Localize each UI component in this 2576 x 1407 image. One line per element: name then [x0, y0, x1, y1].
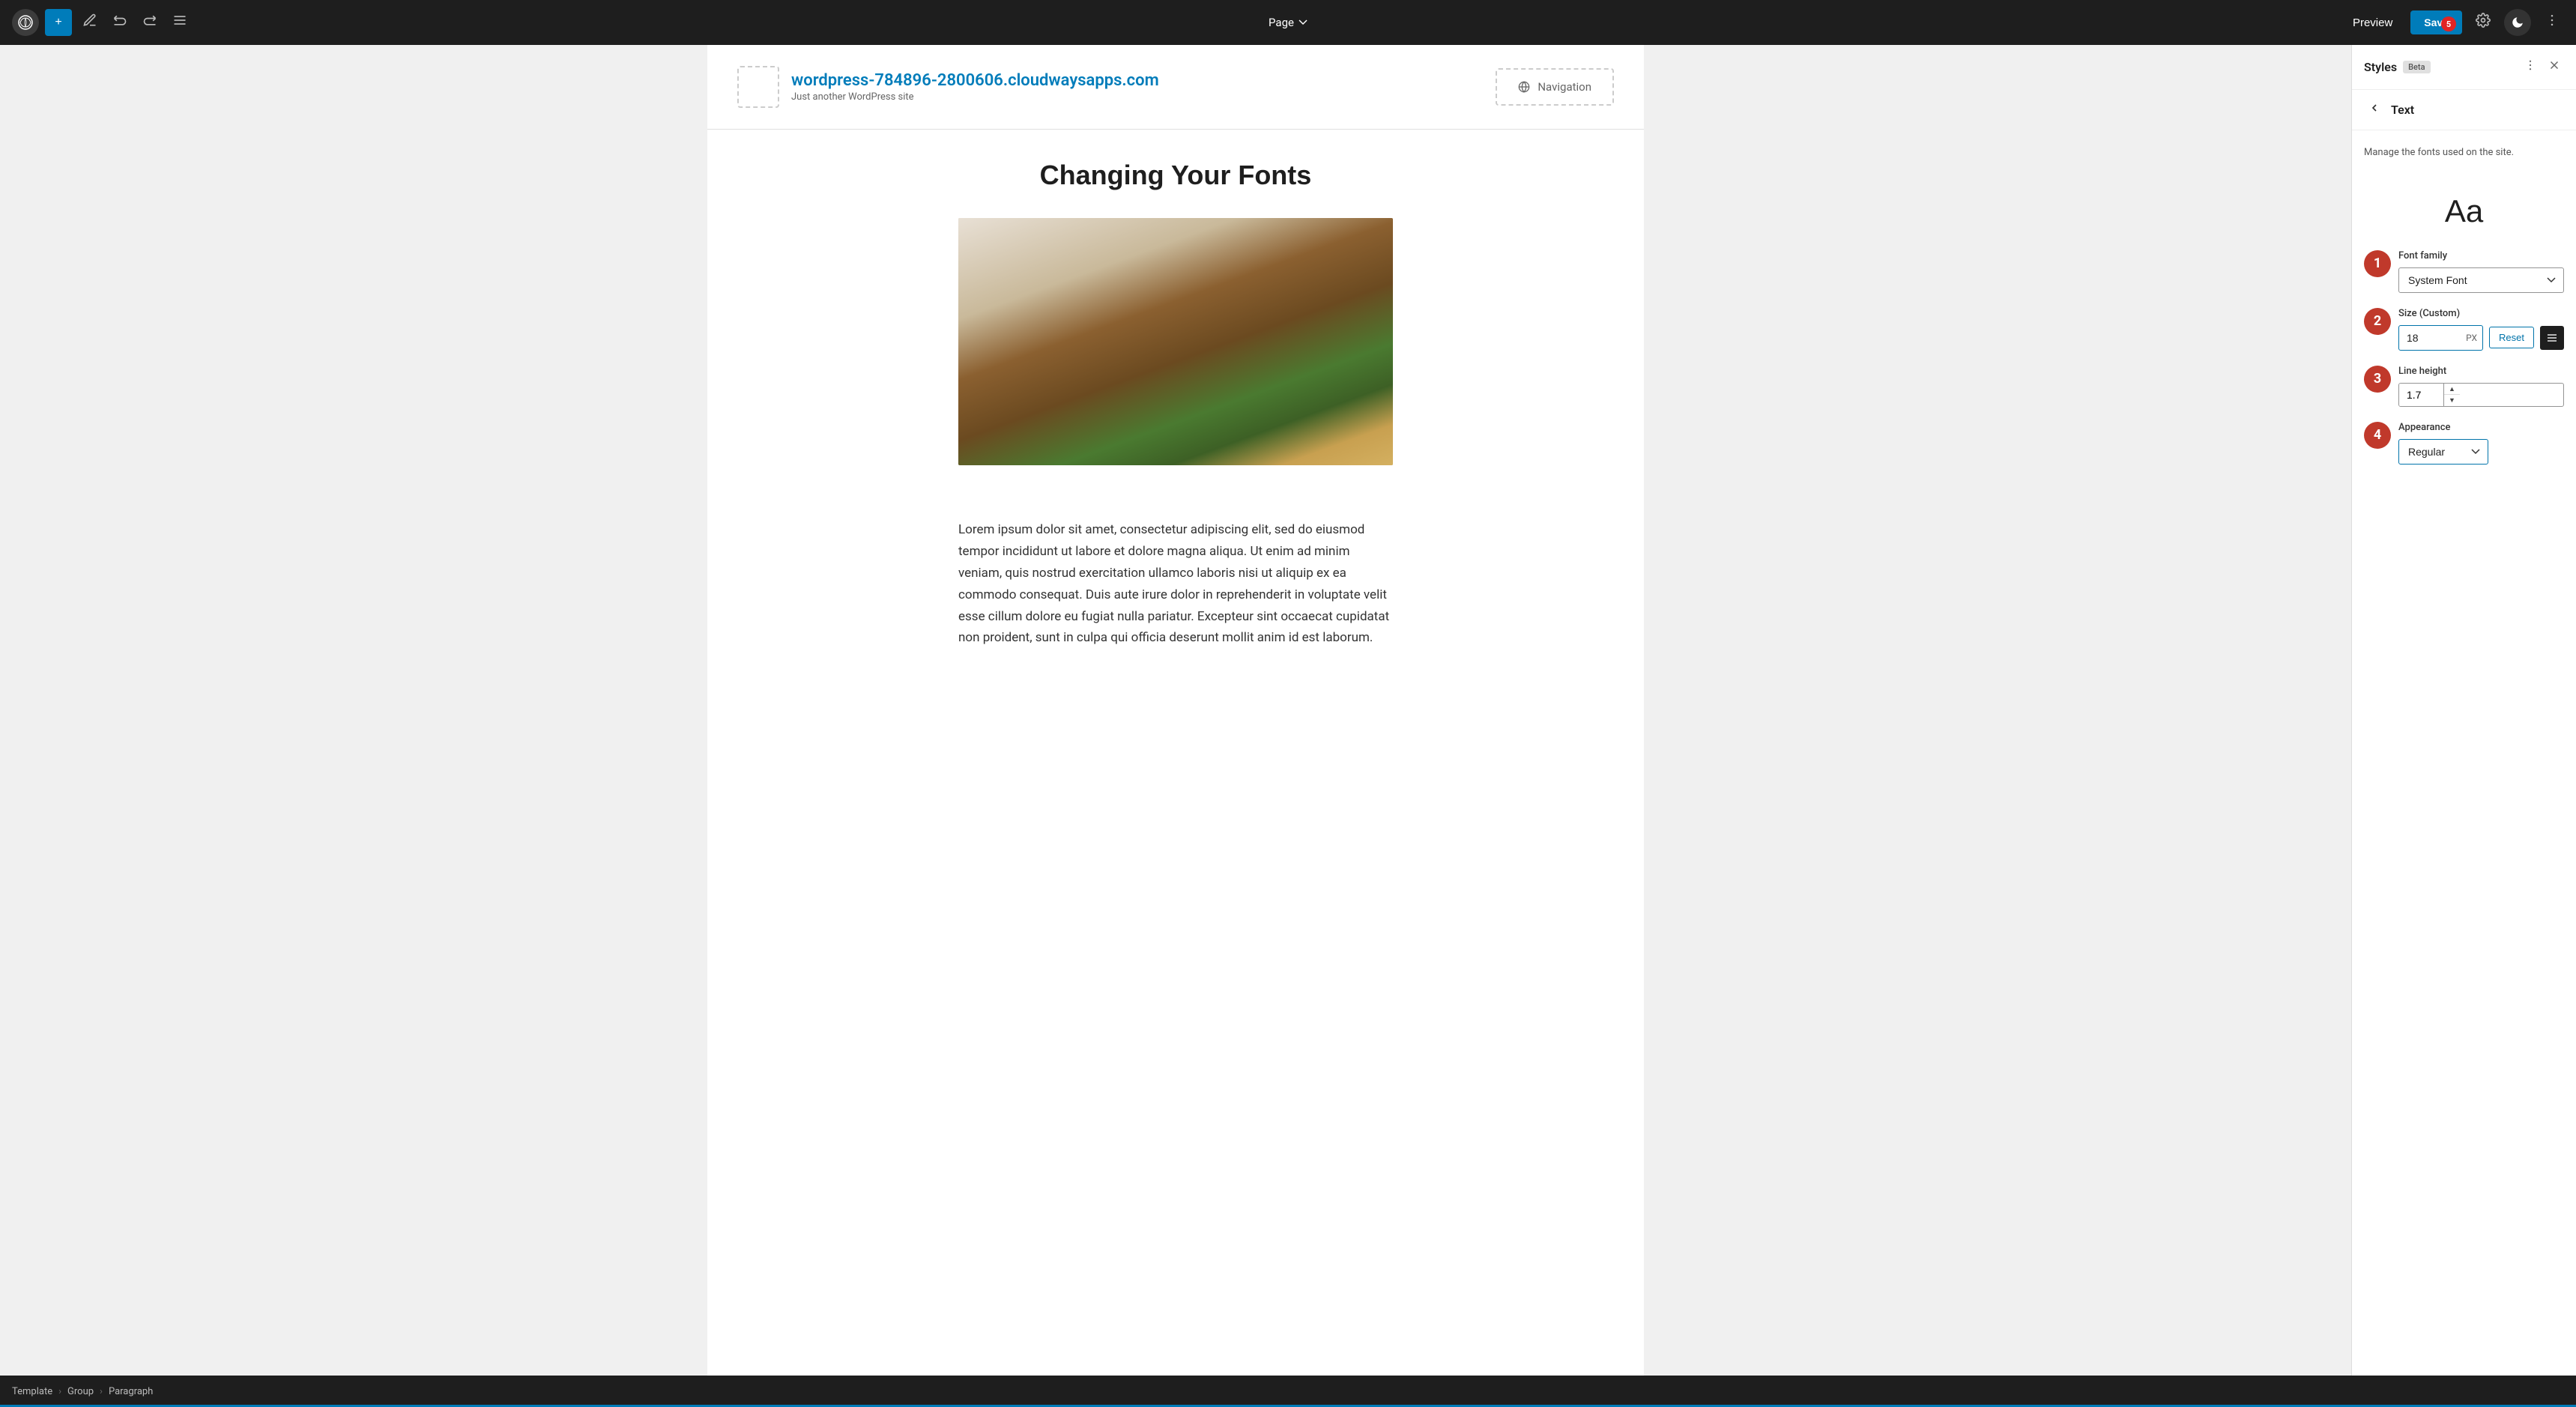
breadcrumb-paragraph[interactable]: Paragraph	[109, 1386, 153, 1397]
canvas-inner: wordpress-784896-2800606.cloudwaysapps.c…	[707, 45, 1644, 1376]
panel-description: Manage the fonts used on the site.	[2364, 145, 2564, 160]
site-title-link[interactable]: wordpress-784896-2800606.cloudwaysapps.c…	[791, 71, 1159, 90]
font-family-field: Font family System Font Georgia Arial Ti…	[2398, 250, 2564, 293]
site-logo-area: wordpress-784896-2800606.cloudwaysapps.c…	[737, 66, 1159, 108]
size-field-row: 2 Size (Custom) PX Reset	[2364, 308, 2564, 351]
wp-logo[interactable]	[12, 9, 39, 36]
panel-title: Styles	[2364, 60, 2397, 74]
content-area: Changing Your Fonts	[707, 130, 1644, 679]
notification-badge: 5	[2441, 16, 2456, 31]
line-height-decrement[interactable]: ▼	[2444, 395, 2460, 406]
font-family-label: Font family	[2398, 250, 2564, 261]
breadcrumb-template[interactable]: Template	[12, 1386, 52, 1397]
styles-panel: Styles Beta Text Manage the fonts used o…	[2351, 45, 2576, 1376]
settings-button[interactable]	[2471, 10, 2495, 35]
font-preview-area: Aa	[2364, 178, 2564, 250]
appearance-field: Appearance Regular Medium Bold Light Ita…	[2398, 422, 2564, 465]
line-height-input[interactable]	[2399, 384, 2444, 406]
canvas: wordpress-784896-2800606.cloudwaysapps.c…	[0, 45, 2351, 1376]
panel-body: Manage the fonts used on the site. Aa 1 …	[2352, 130, 2576, 1376]
size-input-wrap: PX	[2398, 325, 2483, 351]
line-height-field-row: 3 Line height ▲ ▼	[2364, 366, 2564, 407]
theme-toggle-button[interactable]	[2504, 9, 2531, 36]
more-options-button[interactable]	[2540, 10, 2564, 35]
tools-button[interactable]	[78, 10, 102, 35]
toolbar-right: Preview Save 5	[2344, 9, 2564, 36]
breadcrumb-sep-1: ›	[58, 1386, 61, 1397]
body-text: Lorem ipsum dolor sit amet, consectetur …	[958, 519, 1393, 649]
redo-button[interactable]	[138, 10, 162, 35]
back-button[interactable]	[2364, 100, 2385, 119]
step-badge-2: 2	[2364, 308, 2391, 335]
line-height-increment[interactable]: ▲	[2444, 384, 2460, 396]
panel-more-button[interactable]	[2521, 55, 2540, 79]
page-label-text: Page	[1269, 16, 1294, 29]
reset-button[interactable]: Reset	[2489, 327, 2534, 348]
main-area: wordpress-784896-2800606.cloudwaysapps.c…	[0, 45, 2576, 1376]
navigation-block[interactable]: Navigation	[1496, 68, 1614, 106]
appearance-select[interactable]: Regular Medium Bold Light Italic	[2398, 439, 2488, 465]
add-block-button[interactable]: +	[45, 9, 72, 36]
panel-header: Styles Beta	[2352, 45, 2576, 90]
site-header: wordpress-784896-2800606.cloudwaysapps.c…	[707, 45, 1644, 130]
section-title: Text	[2391, 103, 2414, 117]
main-toolbar: + Page Preview Save 5	[0, 0, 2576, 45]
hero-image	[958, 218, 1393, 465]
breadcrumb-bar: Template › Group › Paragraph	[0, 1376, 2576, 1407]
page-heading: Changing Your Fonts	[767, 160, 1584, 191]
save-wrapper: Save 5	[2410, 10, 2462, 34]
size-label: Size (Custom)	[2398, 308, 2564, 319]
font-family-select[interactable]: System Font Georgia Arial Times New Roma…	[2398, 267, 2564, 293]
step-badge-1: 1	[2364, 250, 2391, 277]
size-field: Size (Custom) PX Reset	[2398, 308, 2564, 351]
panel-header-actions	[2521, 55, 2564, 79]
size-unit: PX	[2466, 333, 2477, 343]
breadcrumb-group[interactable]: Group	[67, 1386, 94, 1397]
undo-button[interactable]	[108, 10, 132, 35]
navigation-label: Navigation	[1538, 80, 1591, 94]
line-height-field: Line height ▲ ▼	[2398, 366, 2564, 407]
size-options-button[interactable]	[2540, 326, 2564, 350]
beta-badge: Beta	[2403, 61, 2430, 73]
line-height-label: Line height	[2398, 366, 2564, 377]
toolbar-left: +	[12, 9, 192, 36]
panel-back-row: Text	[2352, 90, 2576, 130]
line-height-spinner: ▲ ▼	[2398, 383, 2564, 407]
font-family-field-row: 1 Font family System Font Georgia Arial …	[2364, 250, 2564, 293]
font-preview-text: Aa	[2445, 193, 2483, 229]
step-badge-4: 4	[2364, 422, 2391, 449]
panel-title-row: Styles Beta	[2364, 60, 2431, 74]
spinner-buttons: ▲ ▼	[2444, 384, 2460, 406]
preview-button[interactable]: Preview	[2344, 12, 2401, 34]
appearance-label: Appearance	[2398, 422, 2564, 433]
step-badge-3: 3	[2364, 366, 2391, 393]
site-tagline: Just another WordPress site	[791, 91, 1159, 103]
toolbar-center: Page	[1261, 11, 1315, 34]
site-info: wordpress-784896-2800606.cloudwaysapps.c…	[791, 71, 1159, 103]
list-view-button[interactable]	[168, 10, 192, 35]
size-row: PX Reset	[2398, 325, 2564, 351]
appearance-field-row: 4 Appearance Regular Medium Bold Light I…	[2364, 422, 2564, 465]
breadcrumb-sep-2: ›	[100, 1386, 103, 1397]
panel-close-button[interactable]	[2545, 55, 2564, 79]
page-dropdown[interactable]: Page	[1261, 11, 1315, 34]
site-logo-placeholder[interactable]	[737, 66, 779, 108]
